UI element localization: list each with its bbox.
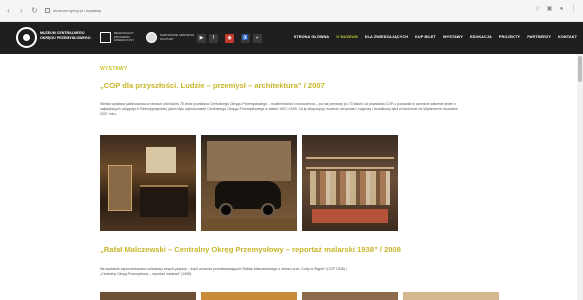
museum-logo-icon[interactable] <box>16 27 37 48</box>
scrollbar-thumb[interactable] <box>578 56 582 82</box>
youtube-icon[interactable]: ▶ <box>197 34 206 43</box>
address-bar[interactable]: muzeum.tychy.pl / wystawy <box>45 5 101 17</box>
section-label: WYSTAWY <box>100 66 128 72</box>
menu-icon[interactable]: ⋮ <box>570 6 577 13</box>
exhibition-photo[interactable] <box>302 292 398 300</box>
exhibition-photo[interactable] <box>100 135 196 231</box>
exhibition-photo[interactable] <box>201 135 297 231</box>
bookmark-icon[interactable]: ☆ <box>534 6 541 13</box>
menu-item-visitors[interactable]: Dla zwiedzających <box>365 35 408 39</box>
partner-logo-text: Regionalny Program Operacyjny <box>114 30 135 43</box>
exhibition-title: „COP dla przyszłości. Ludzie – przemysł … <box>100 81 325 90</box>
partner-mark-icon <box>146 32 157 43</box>
exhibition-photo[interactable] <box>201 292 297 300</box>
page-scrollbar[interactable] <box>577 54 583 300</box>
exhibition-title: „Rafał Malczewski – Centralny Okręg Prze… <box>100 245 401 254</box>
extensions-icon[interactable]: ▣ <box>546 6 553 13</box>
exhibition-photo[interactable] <box>302 135 398 231</box>
main-menu: Strona główna O muzeum Dla zwiedzających… <box>294 35 577 39</box>
menu-item-education[interactable]: Edukacja <box>470 35 492 39</box>
browser-toolbar: ‹ › ↻ muzeum.tychy.pl / wystawy ☆ ▣ ● ⋮ <box>0 0 583 22</box>
menu-item-exhibitions[interactable]: Wystawy <box>443 35 463 39</box>
accessibility-icon[interactable]: ♿ <box>241 34 250 43</box>
instagram-icon[interactable]: ◉ <box>225 34 234 43</box>
menu-item-contact[interactable]: Kontakt <box>558 35 577 39</box>
site-header: Muzeum Centralnego Okręgu Przemysłowego … <box>0 22 583 54</box>
partner-logo-2[interactable]: Narodowe Centrum Kultury <box>146 31 194 44</box>
menu-item-projects[interactable]: Projekty <box>499 35 520 39</box>
address-text: muzeum.tychy.pl / wystawy <box>53 8 102 13</box>
forward-icon[interactable]: › <box>17 6 26 15</box>
exhibition-photo[interactable] <box>403 292 499 300</box>
partner-logo-text: Narodowe Centrum Kultury <box>160 32 194 41</box>
lock-icon <box>45 8 50 13</box>
menu-item-about[interactable]: O muzeum <box>336 35 357 39</box>
menu-item-home[interactable]: Strona główna <box>294 35 330 39</box>
museum-logo-text[interactable]: Muzeum Centralnego Okręgu Przemysłowego <box>40 31 95 40</box>
profile-icon[interactable]: ● <box>558 6 565 13</box>
menu-item-partners[interactable]: Partnerzy <box>527 35 551 39</box>
exhibition-description: Wielka wystawa jubileuszowa w ramach obc… <box>100 102 458 116</box>
back-icon[interactable]: ‹ <box>4 6 13 15</box>
partner-mark-icon <box>100 32 111 43</box>
exhibition-photo[interactable] <box>100 292 196 300</box>
facebook-icon[interactable]: f <box>209 34 218 43</box>
contrast-icon[interactable]: ◐ <box>253 34 262 43</box>
exhibition-description: Na wystawie zaprezentowano unikatowy zes… <box>100 267 347 276</box>
menu-item-tickets[interactable]: Kup bilet <box>415 35 436 39</box>
reload-icon[interactable]: ↻ <box>30 6 39 15</box>
partner-logo-1[interactable]: Regionalny Program Operacyjny <box>100 31 148 44</box>
